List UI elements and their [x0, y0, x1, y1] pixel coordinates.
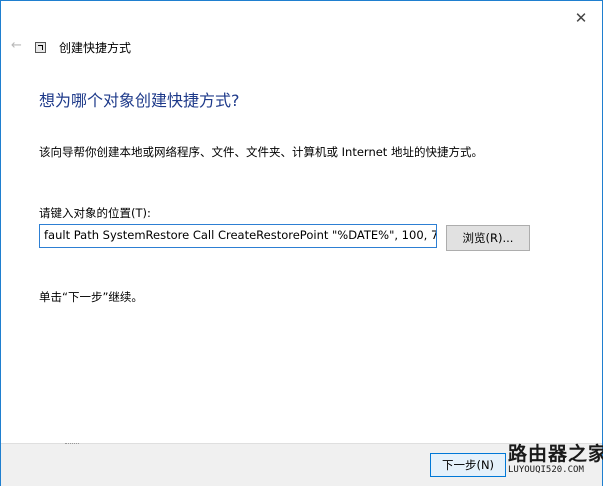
close-icon[interactable]: ✕: [568, 7, 594, 29]
continue-instruction: 单击“下一步”继续。: [39, 290, 143, 304]
watermark-logo: 路由器之家 LUYOUQI520.COM: [508, 439, 603, 483]
watermark-url: LUYOUQI520.COM: [508, 465, 584, 475]
back-arrow-icon[interactable]: ←: [11, 39, 25, 53]
page-heading: 想为哪个对象创建快捷方式?: [39, 91, 240, 110]
watermark-text: 路由器之家: [508, 443, 603, 465]
wizard-description: 该向导帮你创建本地或网络程序、文件、文件夹、计算机或 Internet 地址的快…: [39, 145, 483, 159]
next-button[interactable]: 下一步(N): [430, 453, 506, 477]
wizard-shortcut-icon: [35, 42, 46, 53]
footer-divider: [65, 443, 79, 446]
location-input-value: fault Path SystemRestore Call CreateRest…: [44, 228, 437, 242]
location-input[interactable]: fault Path SystemRestore Call CreateRest…: [39, 224, 437, 248]
wizard-title: 创建快捷方式: [59, 41, 132, 55]
create-shortcut-window: ✕ ← 创建快捷方式 想为哪个对象创建快捷方式? 该向导帮你创建本地或网络程序、…: [0, 0, 603, 486]
browse-button[interactable]: 浏览(R)...: [446, 225, 530, 251]
title-bar: ✕ ← 创建快捷方式: [1, 1, 602, 67]
location-label: 请键入对象的位置(T):: [39, 206, 151, 220]
